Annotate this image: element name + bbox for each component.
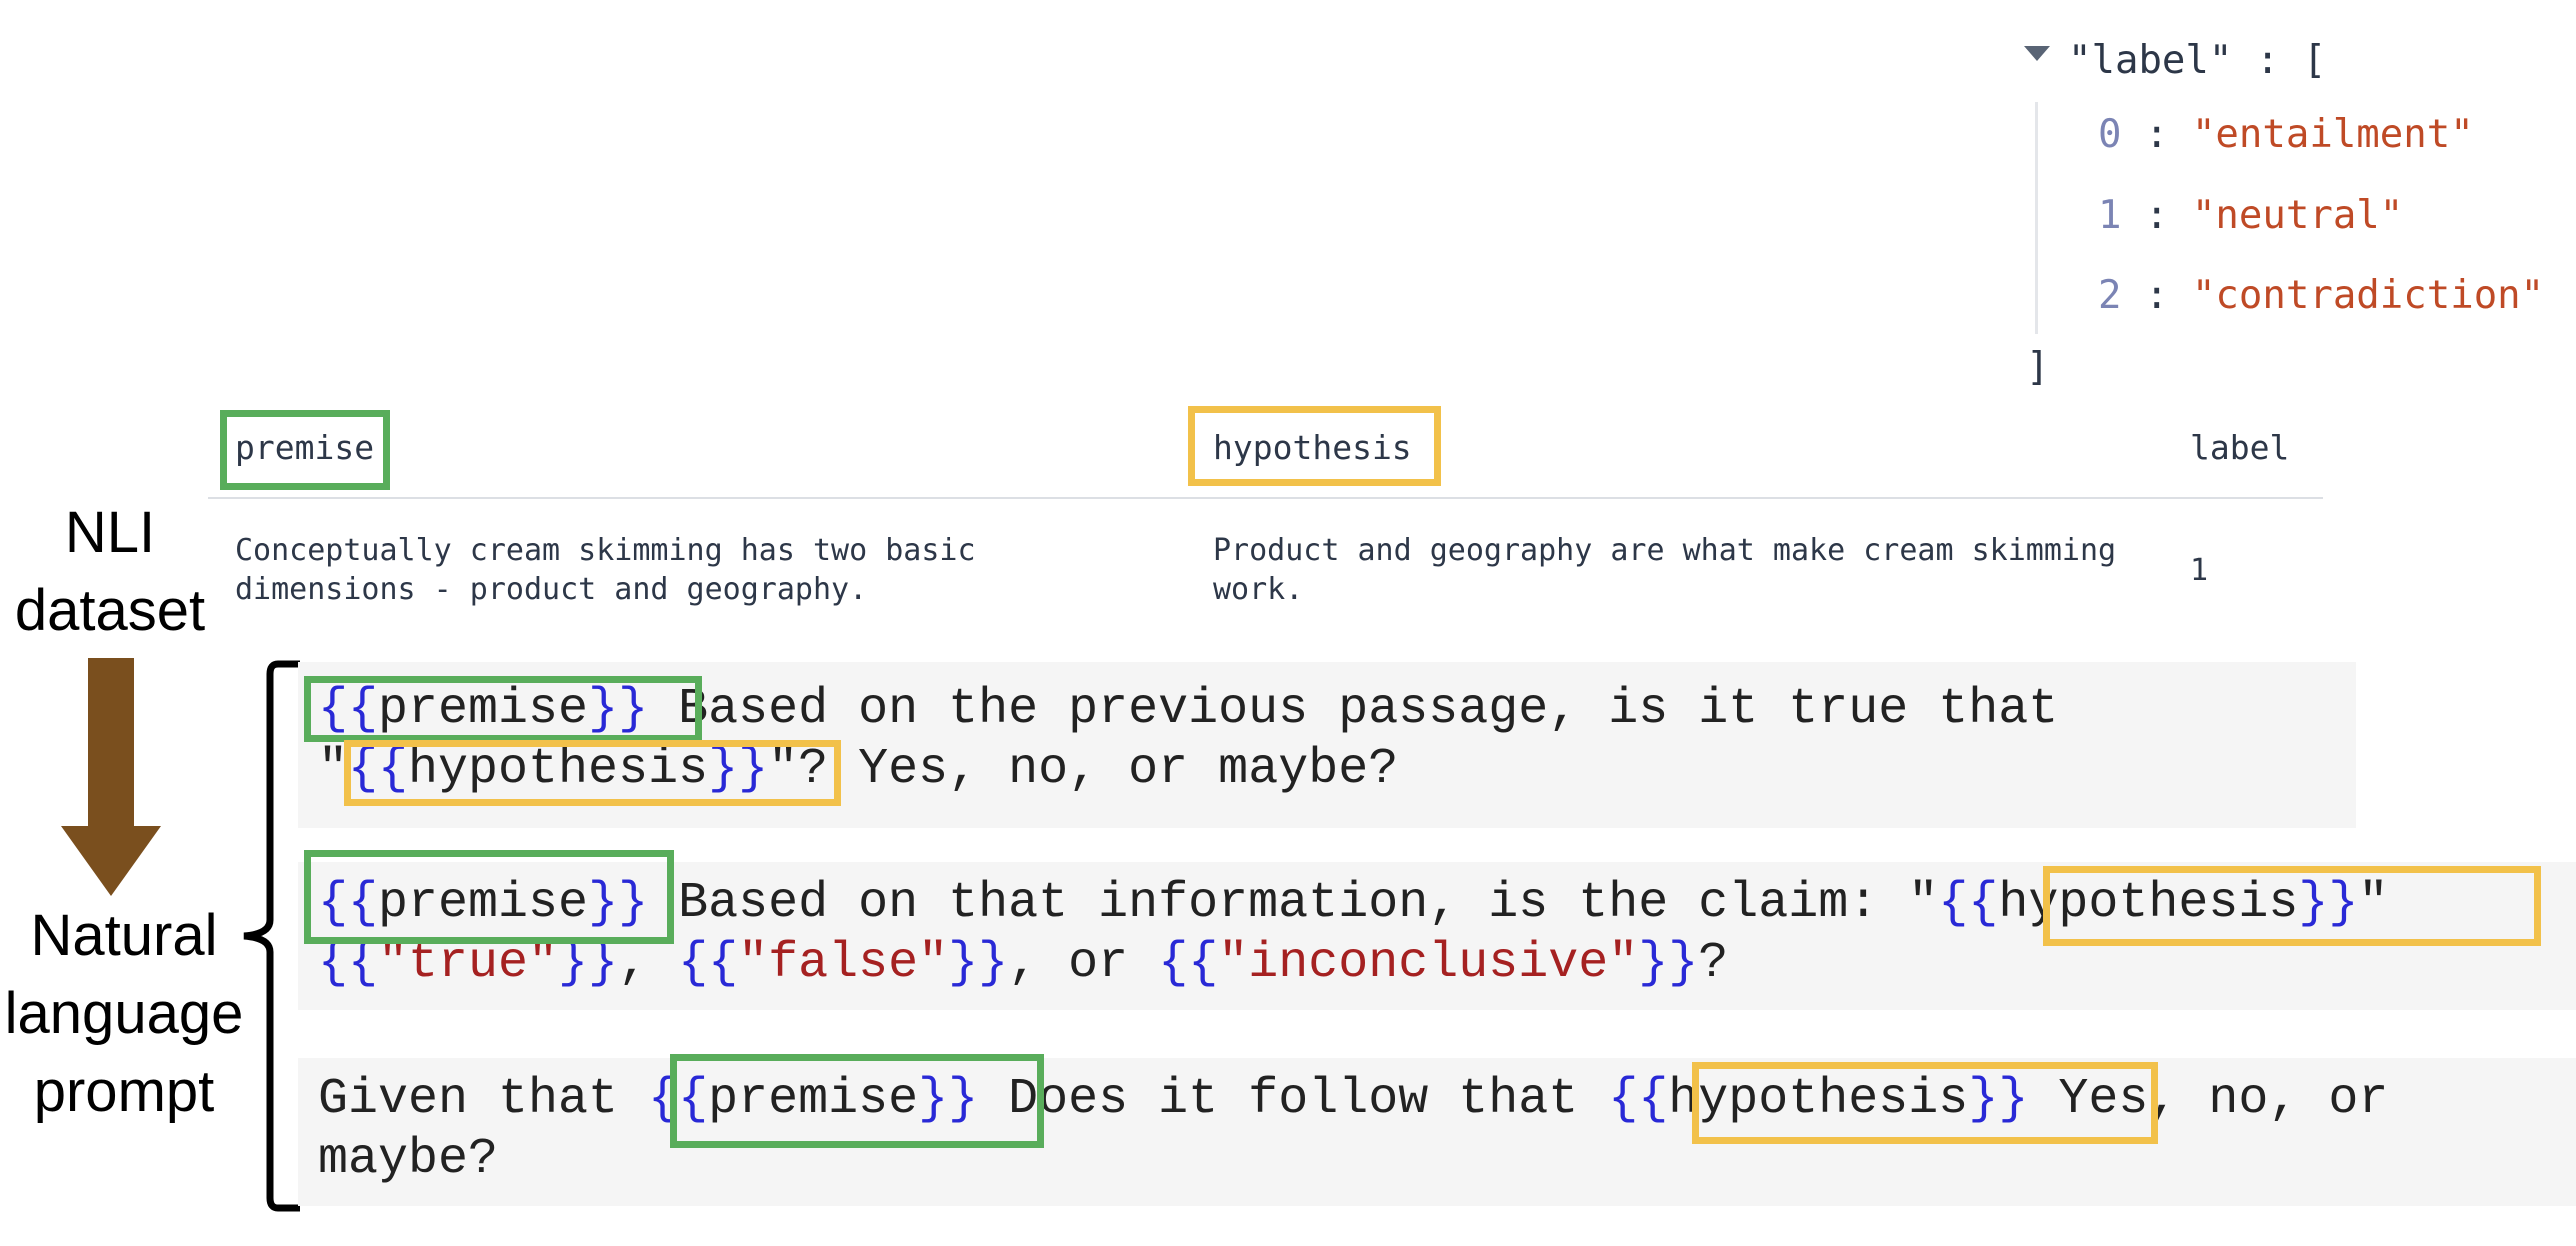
nli-dataset-label: NLI dataset [14, 500, 206, 643]
premise-placeholder-box [670, 1054, 1044, 1148]
cell-hypothesis: Product and geography are what make crea… [1213, 533, 2117, 607]
down-arrow-icon [61, 658, 161, 896]
json-item: 2 : "contradiction" [2098, 273, 2545, 318]
json-key-line: "label" : [ [2068, 38, 2326, 83]
json-key: "label" [2068, 38, 2233, 83]
json-separator: : [2255, 38, 2280, 83]
json-item: 1 : "neutral" [2098, 193, 2404, 238]
natural-language-prompt-label: Natural language prompt [4, 903, 244, 1124]
premise-placeholder-box [304, 676, 702, 742]
collapse-caret-icon[interactable] [2024, 46, 2050, 61]
cell-label: 1 [2190, 553, 2209, 588]
json-item: 0 : "entailment" [2098, 112, 2474, 157]
premise-highlight-box [220, 410, 390, 490]
table-header-divider [208, 497, 2323, 499]
premise-placeholder-box [304, 850, 674, 944]
json-close-bracket: ] [2026, 345, 2050, 390]
json-open-bracket: [ [2302, 38, 2327, 83]
json-indent-guide [2035, 102, 2038, 334]
curly-brace-icon [243, 660, 300, 1212]
cell-premise: Conceptually cream skimming has two basi… [235, 533, 976, 607]
hypothesis-placeholder-box [344, 740, 841, 806]
hypothesis-highlight-box [1188, 406, 1441, 486]
header-label: label [2190, 428, 2290, 467]
hypothesis-placeholder-box [2043, 866, 2541, 946]
hypothesis-placeholder-box [1692, 1062, 2158, 1144]
